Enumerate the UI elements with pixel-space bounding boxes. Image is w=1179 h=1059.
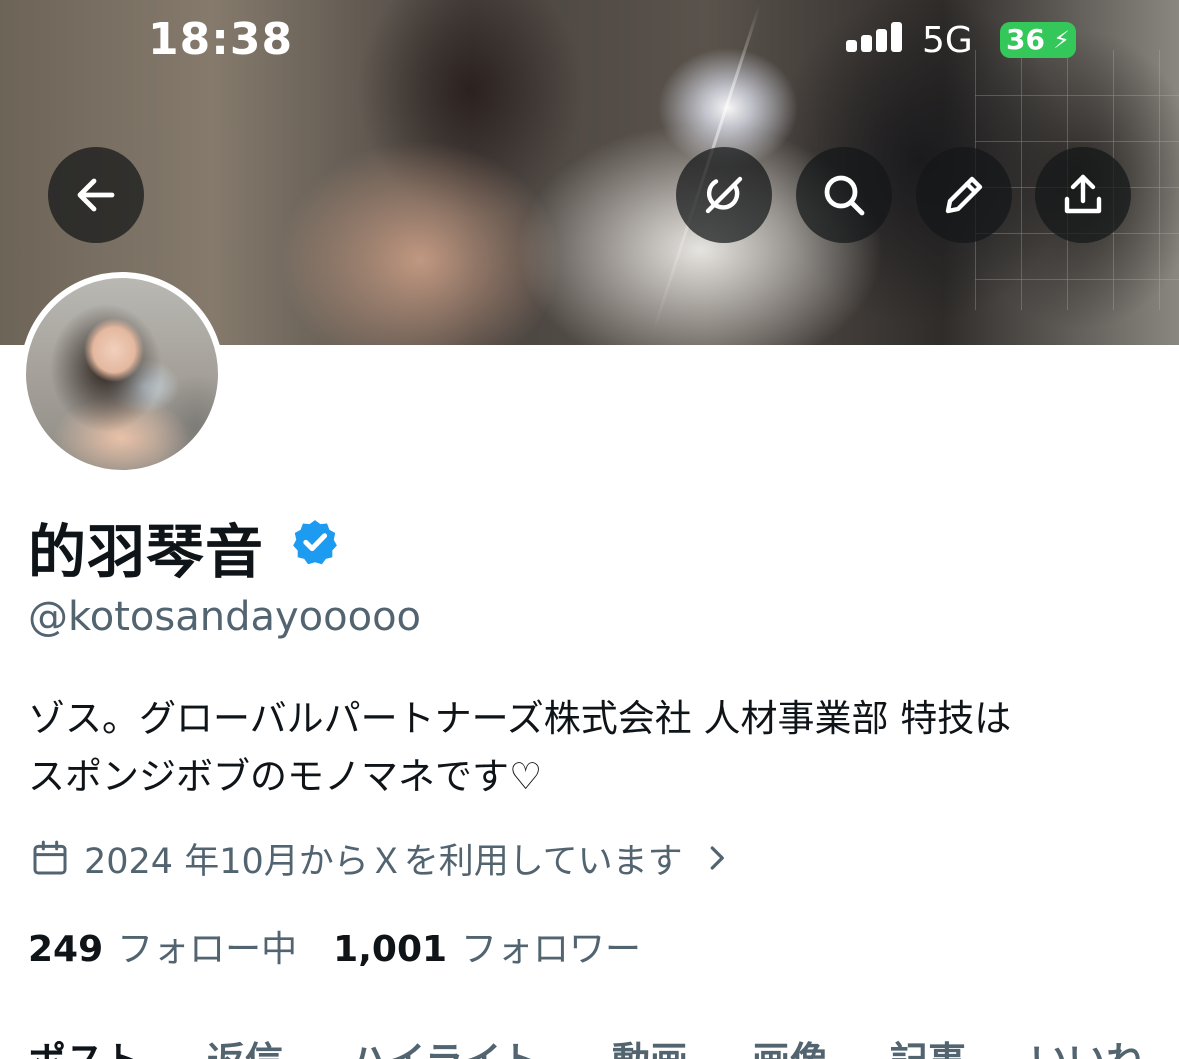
followers-label[interactable]: フォロワー <box>461 920 641 972</box>
verified-badge-icon[interactable] <box>290 517 340 567</box>
tab-images[interactable]: 画像 <box>752 1030 828 1059</box>
followers-count[interactable]: 1,001 <box>333 929 447 970</box>
follow-stats: 249 フォロー中 1,001 フォロワー <box>28 920 641 972</box>
grok-icon <box>705 176 743 214</box>
bio-line: スポンジボブのモノマネです♡ <box>28 755 543 798</box>
charging-bolt-icon: ⚡ <box>1053 26 1070 54</box>
share-button[interactable] <box>1035 147 1131 243</box>
profile-tabs: ポスト 返信 ハイライト 動画 画像 記事 いいね <box>0 1030 1179 1059</box>
share-icon <box>1064 174 1102 214</box>
search-button[interactable] <box>796 147 892 243</box>
arrow-left-icon <box>77 178 115 212</box>
tab-likes[interactable]: いいね <box>1030 1030 1144 1059</box>
chevron-right-icon <box>710 846 724 870</box>
user-handle: @kotosandayooooo <box>28 594 422 640</box>
tab-highlights[interactable]: ハイライト <box>350 1030 539 1059</box>
cellular-signal-icon <box>846 22 906 52</box>
avatar[interactable] <box>20 272 224 476</box>
profile-bio: ゾス。グローバルパートナーズ株式会社 人材事業部 特技は スポンジボブのモノマネ… <box>28 690 1158 806</box>
grok-button[interactable] <box>676 147 772 243</box>
network-type: 5G <box>922 20 973 61</box>
back-button[interactable] <box>48 147 144 243</box>
pencil-icon <box>945 176 983 214</box>
search-icon <box>824 175 865 216</box>
edit-button[interactable] <box>916 147 1012 243</box>
following-count[interactable]: 249 <box>28 929 103 970</box>
tab-videos[interactable]: 動画 <box>612 1030 688 1059</box>
joined-date-link[interactable]: 2024 年10月からＸを利用しています <box>30 836 731 882</box>
calendar-icon <box>33 840 67 875</box>
tab-posts[interactable]: ポスト <box>28 1030 142 1059</box>
status-time: 18:38 <box>148 14 294 65</box>
joined-date-text: 2024 年10月からＸを利用しています <box>84 841 683 882</box>
bio-line: ゾス。グローバルパートナーズ株式会社 人材事業部 特技は <box>28 697 1012 740</box>
battery-level: 36 <box>1006 23 1045 56</box>
battery-icon: 36 ⚡ <box>1000 22 1076 58</box>
tab-articles[interactable]: 記事 <box>890 1030 966 1059</box>
display-name: 的羽琴音 <box>28 518 265 586</box>
following-label[interactable]: フォロー中 <box>117 920 297 972</box>
tab-replies[interactable]: 返信 <box>207 1030 283 1059</box>
